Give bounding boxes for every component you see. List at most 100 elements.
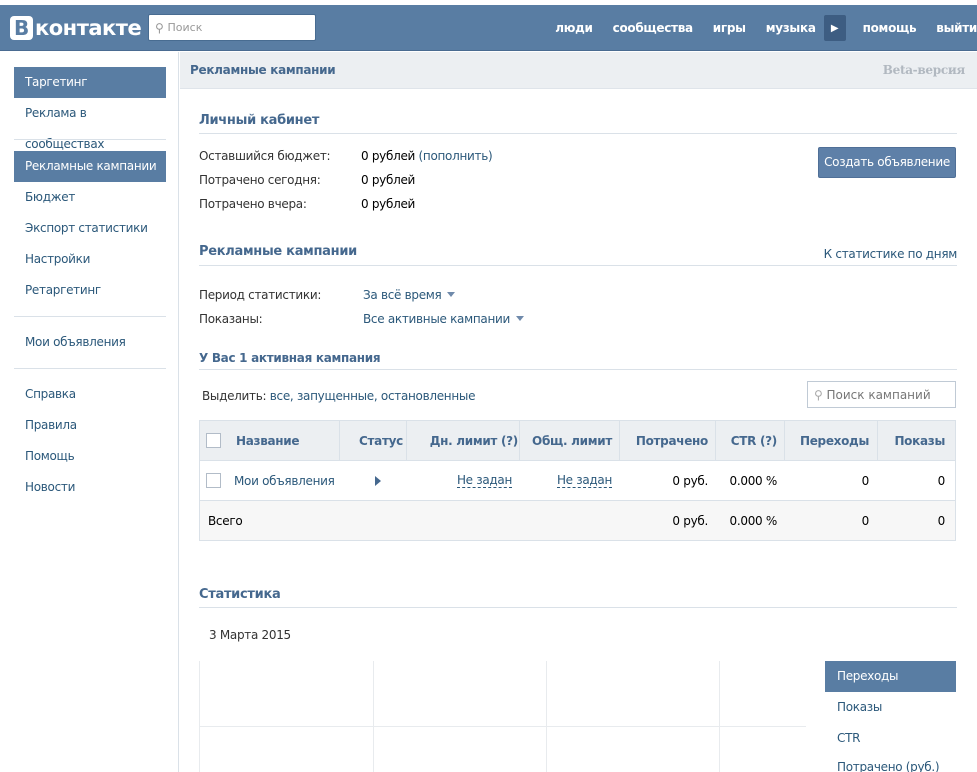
col-name[interactable]: Название [236,421,300,460]
logo-mark: В [10,16,33,40]
stat-tab-spent[interactable]: Потрачено (руб.) [825,752,956,772]
select-label: Выделить: [202,389,267,403]
shown-label: Показаны: [199,312,263,326]
sidebar-item-campaigns[interactable]: Рекламные кампании [14,151,166,182]
stat-tab-views[interactable]: Показы [825,692,956,723]
sidebar-item-community-ads[interactable]: Реклама в сообществах [14,98,166,151]
col-total-limit[interactable]: Общ. лимит [519,421,612,460]
sidebar-item-retargeting[interactable]: Ретаргетинг [14,275,166,306]
spent-today-label: Потрачено сегодня: [199,173,321,187]
budget-amount: 0 рублей [361,149,416,163]
nav-games[interactable]: игры [713,21,746,35]
campaigns-title: Рекламные кампании [199,244,357,259]
sidebar-item-rules[interactable]: Правила [14,410,166,441]
sidebar-divider [14,139,166,140]
page-title: Рекламные кампании [190,63,336,77]
global-search-input[interactable] [167,21,308,34]
row-checkbox[interactable] [206,461,221,500]
section-divider [199,265,957,266]
active-campaign-count: У Вас 1 активная кампания [199,351,381,365]
campaign-name[interactable]: Мои объявления [234,461,335,500]
period-dropdown[interactable]: За всё время [363,288,456,302]
search-icon: ⚲ [155,20,164,35]
sidebar-item-export[interactable]: Экспорт статистики [14,213,166,244]
col-ctr[interactable]: CTR (?) [715,421,778,460]
sidebar-item-news[interactable]: Новости [14,472,166,503]
nav-people[interactable]: люди [555,21,593,35]
period-label: Период статистики: [199,288,322,302]
global-search[interactable]: ⚲ [148,14,316,41]
sidebar-item-budget[interactable]: Бюджет [14,182,166,213]
beta-badge: Beta-версия [882,63,966,77]
status-play-button[interactable] [375,461,381,500]
sidebar: Таргетинг Реклама в сообществах Рекламны… [0,52,179,772]
campaigns-table: Название Статус Дн. лимит (?) Общ. лимит… [199,420,956,541]
select-all-checkbox[interactable] [206,421,221,460]
create-ad-button[interactable]: Создать объявление [818,147,956,178]
select-options[interactable]: все, запущенные, остановленные [270,389,476,403]
sidebar-item-reference[interactable]: Справка [14,379,166,410]
search-icon: ⚲ [814,387,823,402]
sidebar-divider [14,316,166,317]
spent-today-value: 0 рублей [361,173,416,187]
stat-tab-ctr[interactable]: CTR [825,723,956,754]
top-nav: люди сообщества игры музыка ▶ помощь вый… [535,5,977,51]
sidebar-item-targeting[interactable]: Таргетинг [14,67,166,98]
section-divider [199,133,957,134]
row-spent: 0 руб. [672,473,708,488]
table-header: Название Статус Дн. лимит (?) Общ. лимит… [200,421,955,461]
daily-limit-link[interactable]: Не задан [456,473,512,488]
row-views: 0 [937,473,946,488]
col-spent[interactable]: Потрачено [619,421,708,460]
col-daily-limit[interactable]: Дн. лимит (?) [406,421,519,460]
col-status[interactable]: Статус [359,421,403,460]
daily-stats-link[interactable]: К статистике по дням [824,247,958,261]
stat-tab-clicks[interactable]: Переходы [825,661,956,692]
total-limit-cell: Не задан [519,461,612,500]
chevron-down-icon [447,292,456,297]
statistics-chart[interactable] [199,661,806,772]
cabinet-title: Личный кабинет [199,113,320,128]
shown-dropdown[interactable]: Все активные кампании [363,312,525,326]
total-spent: 0 руб. [672,513,708,528]
nav-help[interactable]: помощь [863,21,917,35]
nav-logout[interactable]: выйти [936,21,977,35]
top-up-link[interactable]: (пополнить) [419,149,493,163]
checkbox-box [206,473,221,488]
sidebar-item-help[interactable]: Помощь [14,441,166,472]
sidebar-item-settings[interactable]: Настройки [14,244,166,275]
total-ctr: 0.000 % [729,513,778,528]
campaign-search[interactable]: ⚲ [807,381,956,408]
col-views[interactable]: Показы [877,421,945,460]
vk-logo[interactable]: В контакте [10,13,142,43]
checkbox-box [206,433,221,448]
section-divider [199,607,957,608]
chart-gridline [719,661,720,772]
row-clicks: 0 [861,473,870,488]
section-divider [199,369,957,370]
chart-gridline [373,661,374,772]
total-label: Всего [208,513,243,528]
col-clicks[interactable]: Переходы [784,421,869,460]
row-ctr: 0.000 % [729,473,778,488]
total-limit-link[interactable]: Не задан [556,473,612,488]
statistics-date: 3 Марта 2015 [209,628,291,642]
sidebar-divider [14,368,166,369]
chart-gridline [200,726,806,727]
nav-music[interactable]: музыка [766,21,816,35]
play-icon[interactable]: ▶ [823,15,846,41]
budget-label: Оставшийся бюджет: [199,149,331,163]
campaign-search-input[interactable] [826,387,947,402]
chart-gridline [546,661,547,772]
statistics-title: Статистика [199,587,281,602]
table-row[interactable]: Мои объявления Не задан Не задан 0 руб. … [200,461,955,501]
chevron-down-icon [516,316,525,321]
table-total-row: Всего 0 руб. 0.000 % 0 0 [200,501,955,540]
sidebar-item-my-ads[interactable]: Мои объявления [14,327,166,358]
total-views: 0 [937,513,946,528]
play-icon [375,475,381,486]
nav-communities[interactable]: сообщества [613,21,693,35]
main-content: Рекламные кампании Beta-версия Личный ка… [180,52,977,772]
select-filter: Выделить: все, запущенные, остановленные [202,389,475,403]
budget-value: 0 рублей (пополнить) [361,149,493,163]
